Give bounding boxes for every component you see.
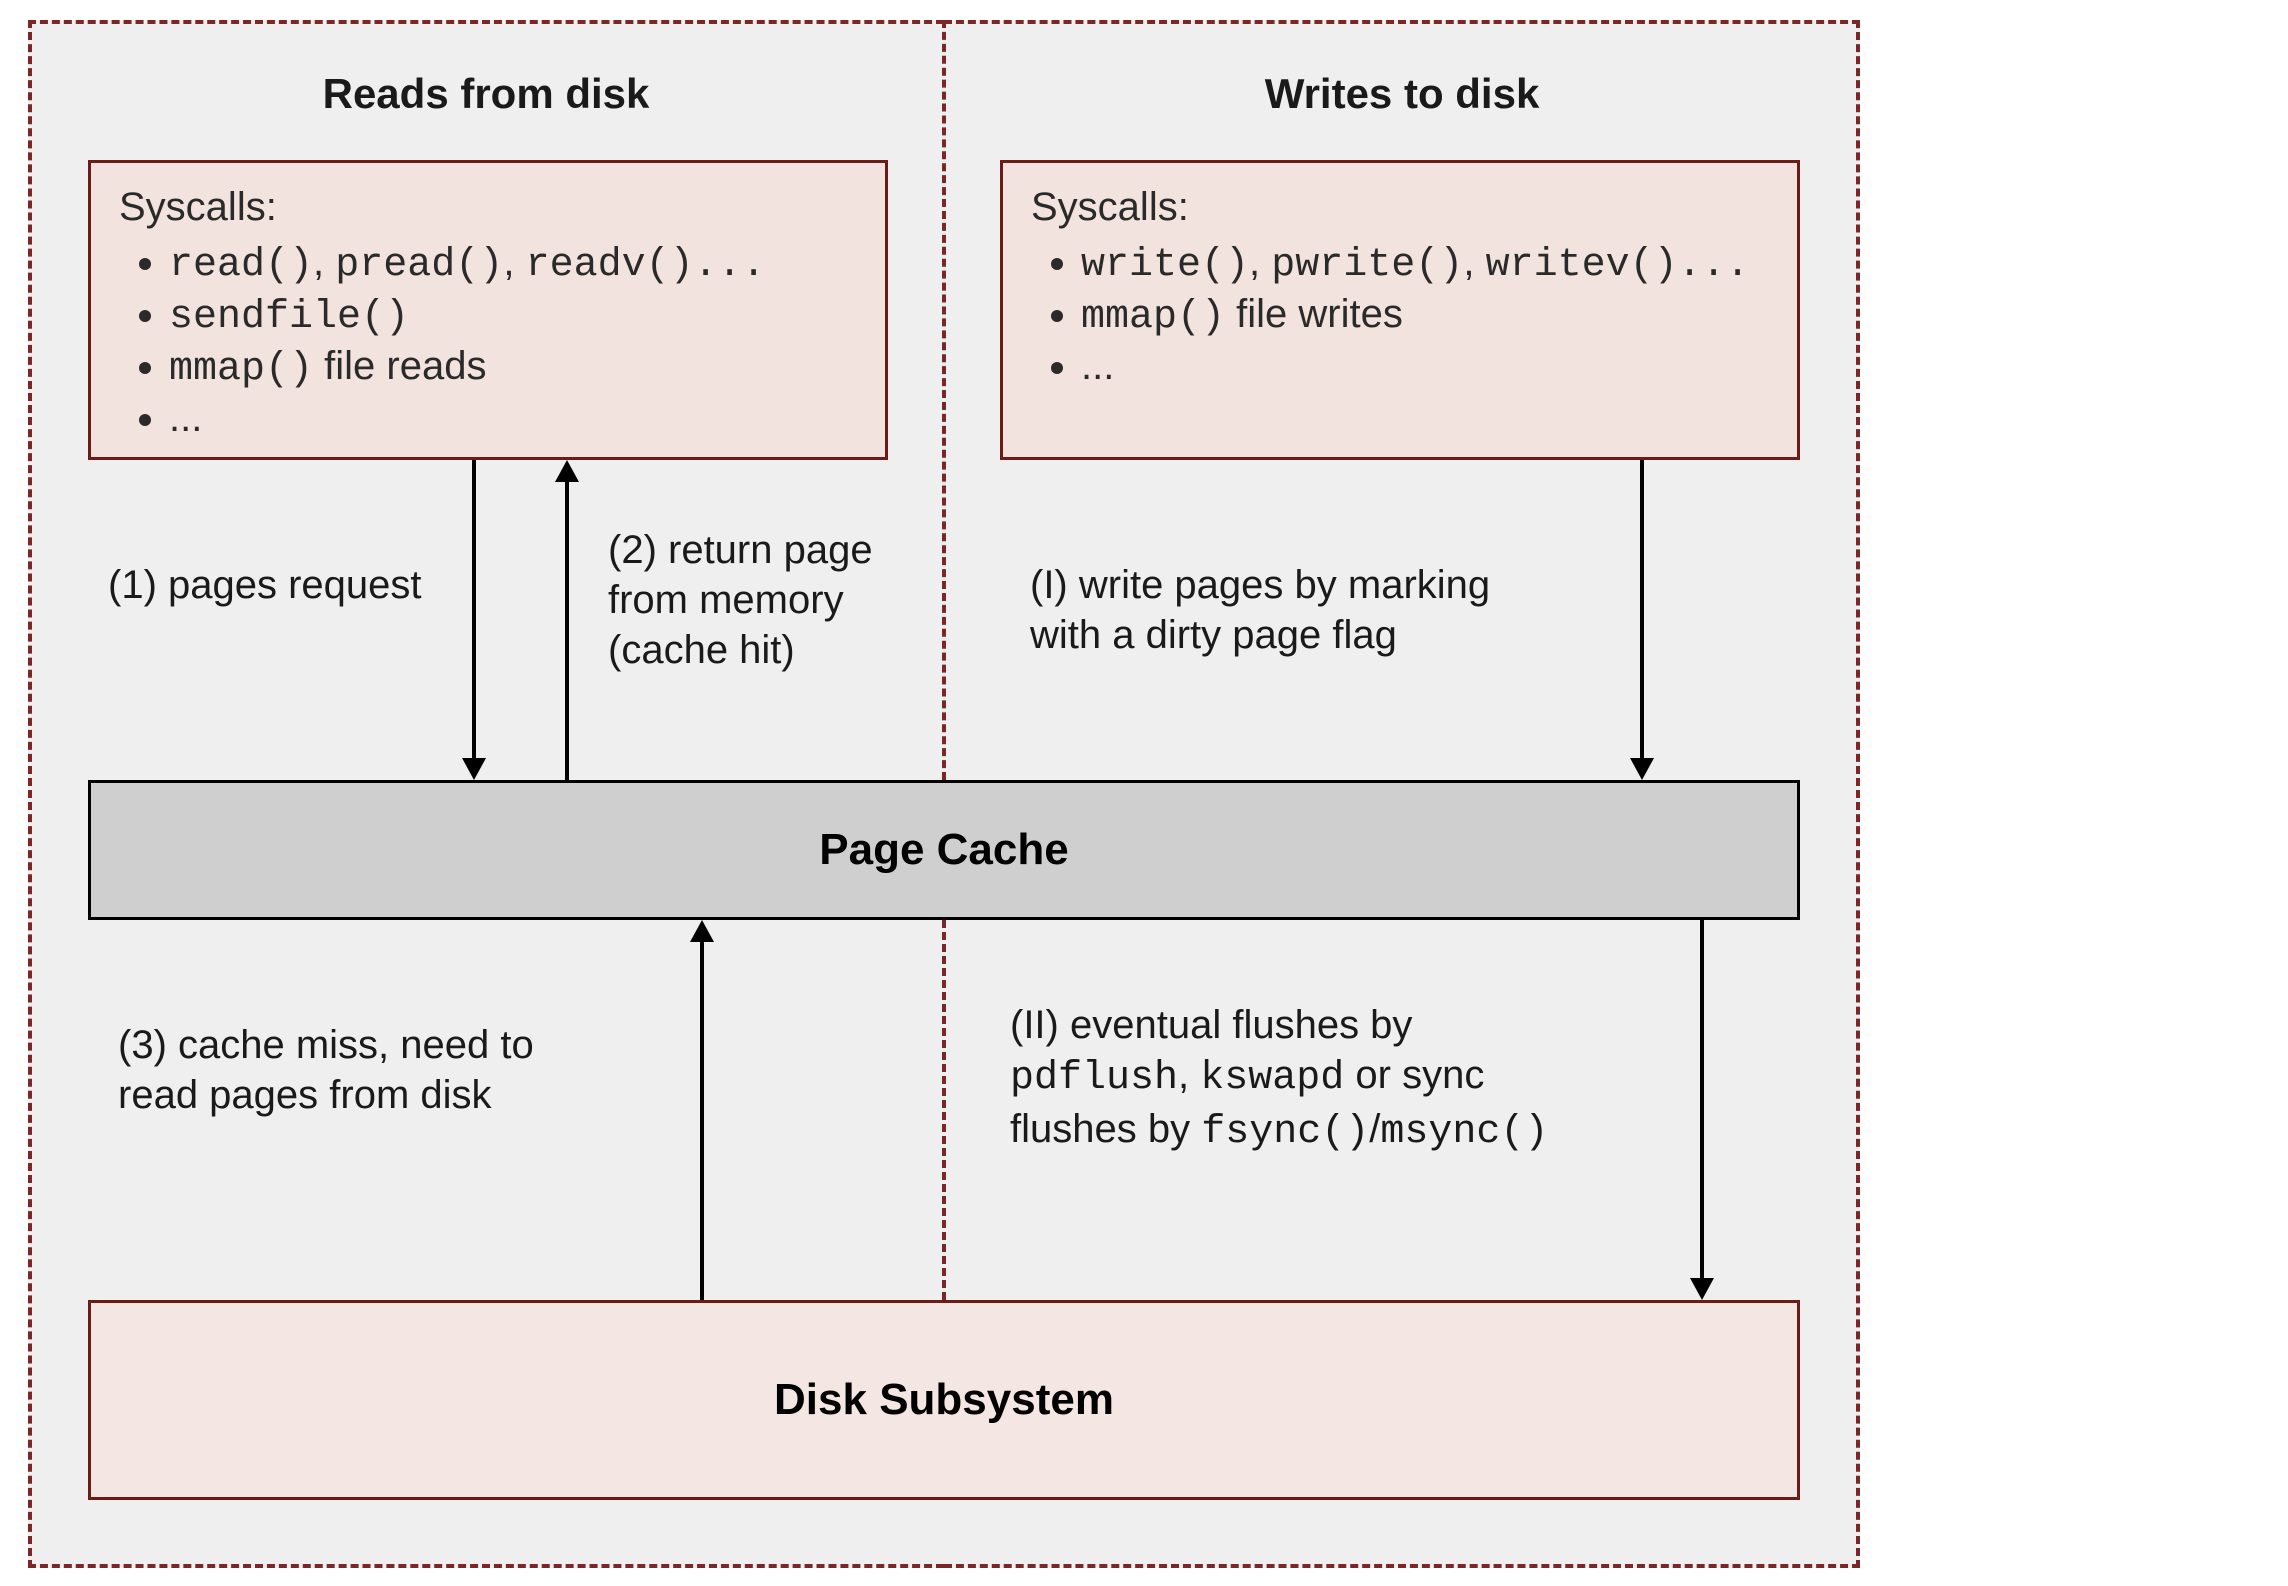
arrow-1-head xyxy=(462,758,486,780)
code-mmap-read: mmap() xyxy=(169,347,313,392)
code-tail: ... xyxy=(694,243,766,288)
arrow-1-line xyxy=(472,460,476,758)
writes-sys-item3: ... xyxy=(1081,344,1769,389)
arrow-3-head xyxy=(690,920,714,942)
code-pread: pread() xyxy=(335,243,503,288)
annot-II-line3a: flushes by xyxy=(1010,1107,1201,1151)
code-fsync: fsync() xyxy=(1201,1110,1369,1155)
code-kswapd: kswapd xyxy=(1200,1056,1344,1101)
disk-subsystem-box: Disk Subsystem xyxy=(88,1300,1800,1500)
code-readv: readv() xyxy=(526,243,694,288)
code-tail-w: ... xyxy=(1678,243,1750,288)
annot-II-pre: (II) eventual flushes by xyxy=(1010,1003,1412,1047)
arrow-II-head xyxy=(1690,1278,1714,1300)
annot-II: (II) eventual flushes by pdflush, kswapd… xyxy=(1010,1000,1670,1158)
reads-sys-item4: ... xyxy=(169,396,857,441)
mmap-write-tail: file writes xyxy=(1225,292,1403,336)
reads-sys-item1: read(), pread(), readv()... xyxy=(169,240,857,288)
reads-syscalls-label: Syscalls: xyxy=(119,185,857,230)
annot-1: (1) pages request xyxy=(108,560,458,610)
writes-syscalls-label: Syscalls: xyxy=(1031,185,1769,230)
arrow-I-head xyxy=(1630,758,1654,780)
code-read: read() xyxy=(169,243,313,288)
panel-divider-bottom xyxy=(942,920,946,1300)
page-cache-box: Page Cache xyxy=(88,780,1800,920)
arrow-II-line xyxy=(1700,920,1704,1278)
code-write: write() xyxy=(1081,243,1249,288)
reads-title: Reads from disk xyxy=(28,70,944,118)
reads-syscalls-list: read(), pread(), readv()... sendfile() m… xyxy=(169,240,857,441)
writes-syscalls-list: write(), pwrite(), writev()... mmap() fi… xyxy=(1081,240,1769,389)
annot-II-sep1: , xyxy=(1178,1053,1200,1097)
code-pdflush: pdflush xyxy=(1010,1056,1178,1101)
reads-syscalls-box: Syscalls: read(), pread(), readv()... se… xyxy=(88,160,888,460)
arrow-3-line xyxy=(700,942,704,1300)
code-mmap-write: mmap() xyxy=(1081,295,1225,340)
arrow-2-line xyxy=(565,482,569,780)
code-msync: msync() xyxy=(1380,1110,1548,1155)
reads-sys-item3: mmap() file reads xyxy=(169,344,857,392)
writes-syscalls-box: Syscalls: write(), pwrite(), writev()...… xyxy=(1000,160,1800,460)
code-pwrite: pwrite() xyxy=(1271,243,1463,288)
writes-title: Writes to disk xyxy=(944,70,1860,118)
writes-sys-item2: mmap() file writes xyxy=(1081,292,1769,340)
diagram-canvas: Reads from disk Writes to disk Syscalls:… xyxy=(0,0,2288,1586)
code-sendfile: sendfile() xyxy=(169,295,409,340)
code-writev: writev() xyxy=(1486,243,1678,288)
writes-sys-item1: write(), pwrite(), writev()... xyxy=(1081,240,1769,288)
arrow-2-head xyxy=(555,460,579,482)
reads-sys-item2: sendfile() xyxy=(169,292,857,340)
panel-divider xyxy=(942,20,946,780)
annot-II-slash: / xyxy=(1369,1107,1380,1151)
annot-II-mid2: or sync xyxy=(1344,1053,1484,1097)
mmap-read-tail: file reads xyxy=(313,344,486,388)
arrow-I-line xyxy=(1640,460,1644,758)
annot-I: (I) write pages by marking with a dirty … xyxy=(1030,560,1590,660)
annot-2: (2) return page from memory (cache hit) xyxy=(608,525,938,675)
annot-3: (3) cache miss, need to read pages from … xyxy=(118,1020,638,1120)
